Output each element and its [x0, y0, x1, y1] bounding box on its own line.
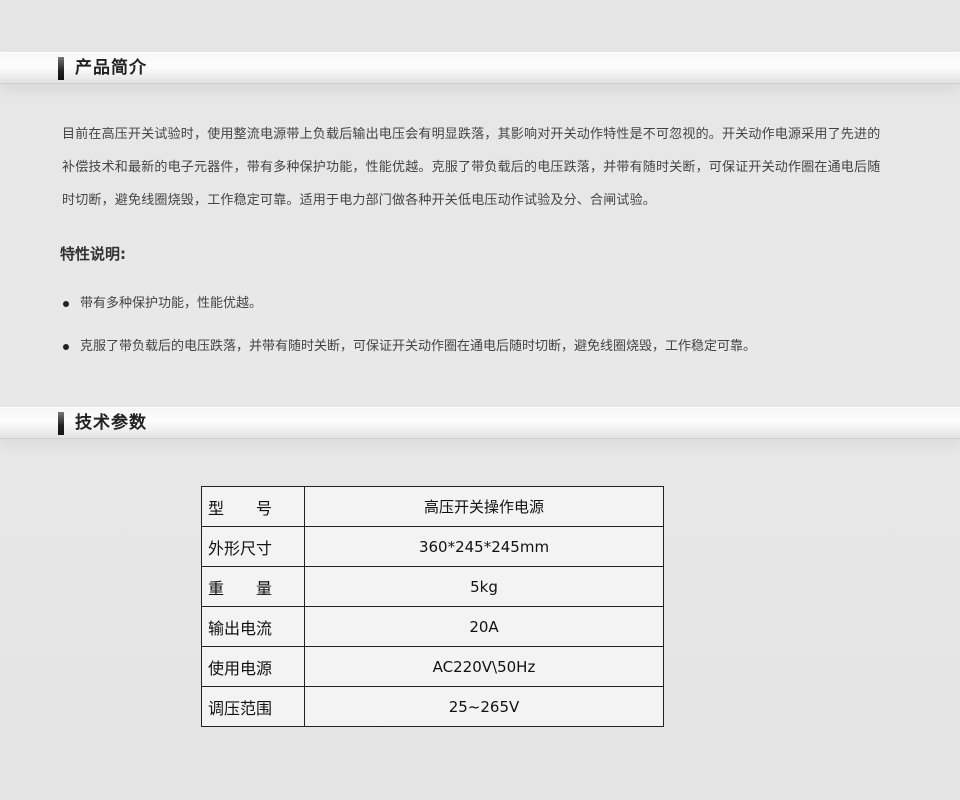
spec-value: 25~265V	[304, 686, 664, 727]
table-row: 调压范围 25~265V	[201, 686, 664, 727]
spec-label: 使用电源	[201, 646, 305, 687]
list-item: 克服了带负载后的电压跌落，并带有随时关断，可保证开关动作圈在通电后随时切断，避免…	[60, 333, 920, 361]
spec-table: 型 号 高压开关操作电源 外形尺寸 360*245*245mm 重 量 5kg …	[201, 486, 664, 727]
section-marker	[58, 57, 64, 80]
spec-label: 输出电流	[201, 606, 305, 647]
section-title: 产品简介	[75, 58, 147, 78]
spec-label: 重 量	[201, 566, 305, 607]
spec-value: 高压开关操作电源	[304, 486, 664, 527]
spec-label: 型 号	[201, 486, 305, 527]
table-row: 输出电流 20A	[201, 606, 664, 647]
list-item: 带有多种保护功能，性能优越。	[60, 290, 920, 318]
section-title: 技术参数	[75, 413, 147, 433]
bullet-icon	[63, 344, 69, 350]
spec-label: 调压范围	[201, 686, 305, 727]
feature-text: 克服了带负载后的电压跌落，并带有随时关断，可保证开关动作圈在通电后随时切断，避免…	[80, 339, 757, 354]
table-row: 重 量 5kg	[201, 566, 664, 607]
table-row: 使用电源 AC220V\50Hz	[201, 646, 664, 687]
feature-text: 带有多种保护功能，性能优越。	[80, 296, 263, 311]
section-marker	[58, 412, 64, 435]
section-header-params: 技术参数	[0, 407, 960, 439]
spec-value: AC220V\50Hz	[304, 646, 664, 687]
spec-label: 外形尺寸	[201, 526, 305, 567]
intro-paragraph: 目前在高压开关试验时，使用整流电源带上负载后输出电压会有明显跌落，其影响对开关动…	[62, 127, 881, 208]
section-header-intro: 产品简介	[0, 52, 960, 84]
features-heading: 特性说明:	[60, 245, 126, 263]
bullet-icon	[63, 301, 69, 307]
spec-value: 5kg	[304, 566, 664, 607]
feature-list: 带有多种保护功能，性能优越。 克服了带负载后的电压跌落，并带有随时关断，可保证开…	[60, 290, 920, 376]
spec-value: 20A	[304, 606, 664, 647]
spec-value: 360*245*245mm	[304, 526, 664, 567]
table-row: 型 号 高压开关操作电源	[201, 486, 664, 527]
table-row: 外形尺寸 360*245*245mm	[201, 526, 664, 567]
